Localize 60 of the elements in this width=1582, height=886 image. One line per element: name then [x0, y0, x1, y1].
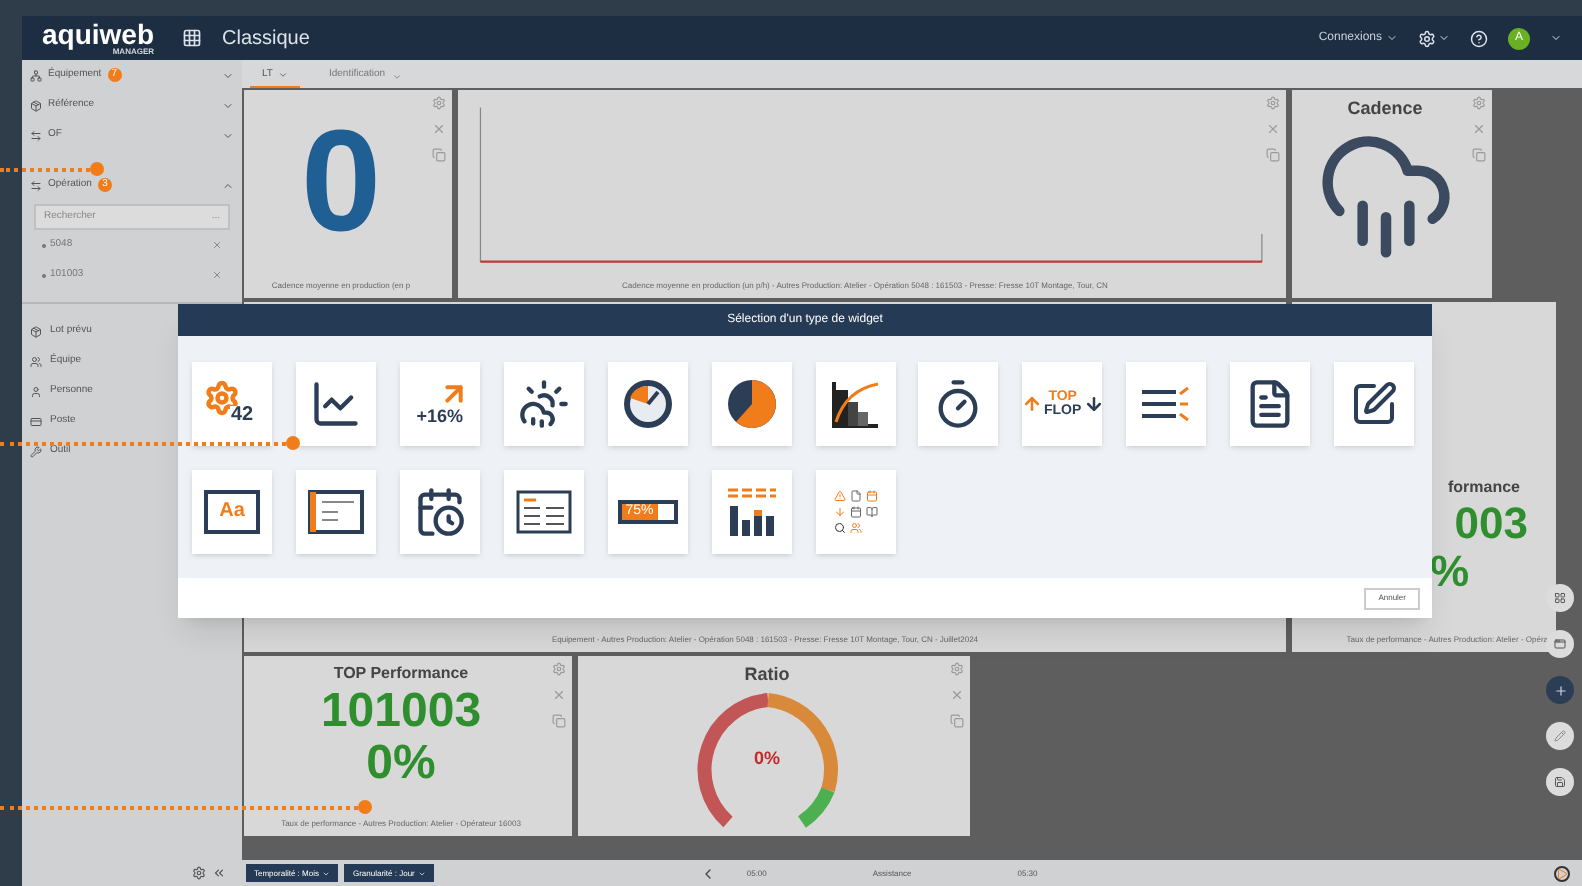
widget-type-tile[interactable]: [1334, 362, 1415, 446]
plus-icon: [1553, 683, 1567, 697]
settings-menu[interactable]: [1418, 29, 1450, 47]
widget-type-tile[interactable]: [918, 362, 999, 446]
widget-type-tile[interactable]: [711, 470, 792, 554]
settings-icon[interactable]: [192, 866, 206, 880]
caret-icon: [1386, 32, 1398, 44]
performance-percent: %: [1430, 548, 1470, 596]
widget-type-tile[interactable]: [295, 362, 376, 446]
widget-type-tile[interactable]: [503, 362, 584, 446]
list-arrows-icon: [1140, 386, 1193, 422]
pencil-icon: [1554, 730, 1566, 742]
calendar-icon: [413, 486, 466, 538]
widget-title: Ratio: [744, 662, 790, 688]
widget-title: Cadence: [1347, 96, 1423, 122]
widget-type-tile[interactable]: [1126, 362, 1207, 446]
widget-type-tile[interactable]: [607, 362, 688, 446]
save-icon: [1554, 776, 1566, 788]
widget-type-tile[interactable]: Aa: [192, 470, 272, 554]
widget-type-tile[interactable]: [399, 470, 480, 554]
pie-chart-icon: [725, 378, 778, 430]
window-icon: [1554, 638, 1566, 650]
settings-icon: [1418, 29, 1436, 47]
play-icon[interactable]: [1554, 865, 1570, 881]
performance-percent: 0%: [366, 738, 436, 790]
table-icon: [515, 490, 572, 534]
widget-type-tile[interactable]: [815, 362, 895, 446]
widget-title: TOP Performance: [333, 662, 469, 686]
widget-type-tile[interactable]: [295, 470, 376, 554]
pareto-chart-icon: [829, 378, 881, 430]
leader-line: [0, 162, 104, 176]
widget-title: formance: [1447, 476, 1520, 500]
help-icon[interactable]: [1470, 29, 1488, 47]
gauge-icon: [621, 378, 674, 430]
performance-value: 003: [1454, 500, 1528, 548]
widget-type-tile[interactable]: [1230, 362, 1311, 446]
logo-text: aquiweb: [42, 20, 155, 48]
widget-type-tile[interactable]: [711, 362, 792, 446]
counter-value: 0: [300, 100, 382, 266]
gauge-value: 0%: [753, 745, 780, 772]
widget-type-tile[interactable]: +16%: [399, 362, 480, 446]
apps-grid-icon[interactable]: [182, 28, 203, 48]
collapse-icon[interactable]: [212, 866, 226, 880]
line-chart-icon: [309, 378, 362, 430]
performance-value: 101003: [320, 686, 482, 738]
grid-icon: [1554, 592, 1566, 604]
bar-chart-icon: [725, 486, 778, 538]
monitor-icon: Aa: [204, 490, 260, 534]
widget-type-tile[interactable]: [815, 470, 895, 554]
edit-icon: [1350, 380, 1399, 428]
caret-icon[interactable]: [1550, 32, 1562, 44]
caret-icon: [391, 71, 402, 81]
view-title: Classique: [222, 25, 310, 53]
widget-type-tile[interactable]: [503, 470, 584, 554]
weather-icon: [517, 378, 570, 430]
small-icons-drawing: [833, 490, 877, 534]
widget-type-tile[interactable]: 42: [192, 362, 272, 446]
caret-icon: [1438, 32, 1450, 44]
caret-icon: [278, 70, 289, 80]
card-icon: [307, 490, 364, 534]
